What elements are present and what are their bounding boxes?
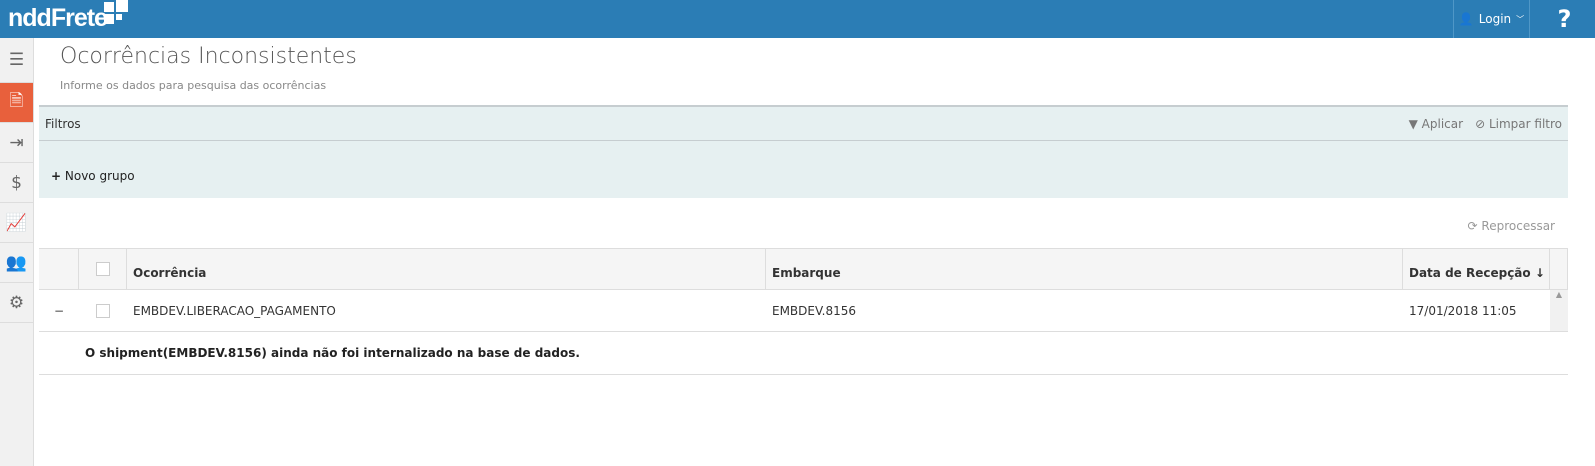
login-button[interactable]: 👤 Login ﹀ xyxy=(1453,0,1530,38)
cell-ocorrencia: EMBDEV.LIBERACAO_PAGAMENTO xyxy=(133,303,336,318)
logo[interactable]: nddFrete xyxy=(8,4,108,33)
report-chart-icon[interactable]: 📈 xyxy=(0,203,33,243)
cell-data: 17/01/2018 11:05 xyxy=(1409,303,1517,318)
user-icon: 👤 xyxy=(1458,12,1474,26)
menu-icon[interactable]: ☰ xyxy=(0,38,33,83)
new-group-button[interactable]: + Novo grupo xyxy=(51,169,135,183)
ban-icon: ⊘ xyxy=(1475,116,1486,131)
cell-embarque: EMBDEV.8156 xyxy=(772,303,857,318)
plus-icon: + xyxy=(51,169,62,183)
column-data-recepcao[interactable]: Data de Recepção ↓ xyxy=(1403,249,1550,289)
login-label: Login xyxy=(1478,12,1512,26)
page-title: Ocorrências Inconsistentes xyxy=(60,44,357,69)
select-all-checkbox[interactable] xyxy=(95,262,110,276)
clear-filter-button[interactable]: ⊘ Limpar filtro xyxy=(1475,117,1562,131)
payment-icon[interactable]: $ xyxy=(0,163,33,203)
top-bar: nddFrete 👤 Login ﹀ ? xyxy=(0,0,1595,38)
settings-icon[interactable]: ⚙ xyxy=(0,283,33,323)
export-icon[interactable]: ⇥ xyxy=(0,123,33,163)
reprocess-button[interactable]: ⟳ Reprocessar xyxy=(1468,219,1555,233)
logo-mark-icon xyxy=(104,0,128,26)
occurrences-table: Ocorrência Embarque Data de Recepção ↓ −… xyxy=(39,248,1568,375)
filter-panel: Filtros ▼ Aplicar ⊘ Limpar filtro + Novo… xyxy=(39,105,1568,198)
refresh-icon: ⟳ xyxy=(1467,219,1478,233)
table-header: Ocorrência Embarque Data de Recepção ↓ xyxy=(39,248,1568,290)
page-subtitle: Informe os dados para pesquisa das ocorr… xyxy=(60,79,327,92)
table-row[interactable]: − EMBDEV.LIBERACAO_PAGAMENTO EMBDEV.8156… xyxy=(39,290,1568,332)
collapse-row-button[interactable]: − xyxy=(39,290,79,331)
apply-button[interactable]: ▼ Aplicar xyxy=(1409,117,1463,131)
table-scrollbar[interactable]: ▲ xyxy=(1550,290,1568,331)
row-detail: O shipment(EMBDEV.8156) ainda não foi in… xyxy=(39,332,1568,375)
column-embarque[interactable]: Embarque xyxy=(766,249,1403,289)
help-button[interactable]: ? xyxy=(1534,0,1595,38)
sidebar: ☰ 🗎 ⇥ $ 📈 👥 ⚙ xyxy=(0,38,34,466)
chevron-down-icon: ﹀ xyxy=(1516,14,1525,24)
filters-title: Filtros xyxy=(45,116,81,131)
documents-check-icon[interactable]: 🗎 xyxy=(0,83,33,123)
page-scrollbar[interactable] xyxy=(1568,38,1595,466)
filter-icon: ▼ xyxy=(1408,116,1418,131)
row-checkbox[interactable] xyxy=(96,303,110,318)
column-ocorrencia[interactable]: Ocorrência xyxy=(127,249,766,289)
users-icon[interactable]: 👥 xyxy=(0,243,33,283)
